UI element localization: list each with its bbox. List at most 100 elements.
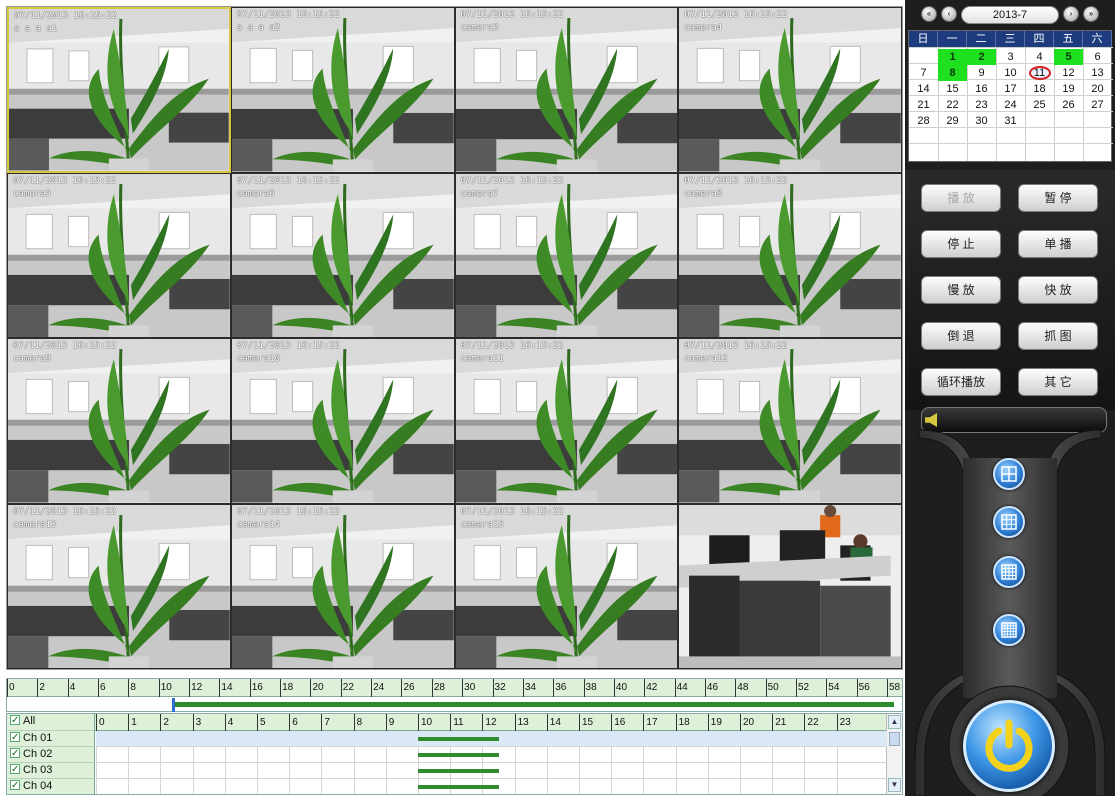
calendar-day[interactable]: 1 bbox=[938, 49, 967, 65]
camera-tile[interactable]: 07/11/2013 16:15:22 camera7 bbox=[454, 172, 679, 338]
channel-row[interactable] bbox=[96, 731, 887, 747]
split-4-icon[interactable] bbox=[993, 458, 1025, 490]
control-button[interactable]: 循环播放 bbox=[921, 368, 1001, 396]
camera-tile[interactable]: 07/11/2013 16:15:22 a a a a2 bbox=[230, 7, 455, 173]
hour-tick: 4 bbox=[224, 714, 233, 731]
camera-timestamp: 07/11/2013 16:15:22 bbox=[684, 175, 788, 186]
control-button[interactable]: 慢 放 bbox=[921, 276, 1001, 304]
calendar-day[interactable]: 4 bbox=[1025, 49, 1054, 65]
calendar-day[interactable]: 12 bbox=[1054, 65, 1083, 81]
camera-tile[interactable]: 07/11/2013 16:15:22 a a a a1 bbox=[7, 7, 231, 173]
calendar-day[interactable]: 3 bbox=[996, 49, 1025, 65]
control-button[interactable]: 播 放 bbox=[921, 184, 1001, 212]
channel-row[interactable] bbox=[96, 763, 887, 779]
scroll-down-button[interactable]: ▼ bbox=[888, 778, 901, 792]
camera-tile[interactable]: 07/11/2013 16:15:22 camera5 bbox=[7, 172, 231, 338]
calendar-day-number: 3 bbox=[1007, 51, 1014, 63]
calendar-day[interactable]: 14 bbox=[909, 81, 938, 97]
channel-timeline[interactable]: 0 1 2 3 4 5 6 7 8 9 10 11 12 13 14 15 16 17 18 19 20 21 22 23 ▲… bbox=[6, 713, 903, 795]
control-button[interactable]: 快 放 bbox=[1018, 276, 1098, 304]
calendar-day[interactable]: 11 bbox=[1025, 65, 1054, 81]
scroll-thumb[interactable] bbox=[889, 732, 900, 746]
camera-tile[interactable]: 07/11/2013 16:15:22 camera11 bbox=[454, 338, 679, 504]
calendar-day[interactable]: 20 bbox=[1083, 81, 1112, 97]
minute-ruler[interactable]: 0 2 4 6 8 10 12 14 16 18 20 22 24 26 28 30 32 34 36 38 40 42 4… bbox=[6, 678, 903, 712]
camera-tile[interactable] bbox=[678, 503, 902, 669]
calendar-day[interactable]: 17 bbox=[996, 81, 1025, 97]
playback-cursor[interactable] bbox=[172, 698, 175, 712]
calendar-day[interactable]: 24 bbox=[996, 97, 1025, 113]
camera-tile[interactable]: 07/11/2013 16:15:22 camera10 bbox=[230, 338, 455, 504]
calendar-day[interactable]: 29 bbox=[938, 113, 967, 129]
control-button[interactable]: 抓 图 bbox=[1018, 322, 1098, 350]
calendar-day[interactable]: 18 bbox=[1025, 81, 1054, 97]
calendar-day[interactable]: 15 bbox=[938, 81, 967, 97]
calendar-day[interactable]: 2 bbox=[967, 49, 996, 65]
ruler-tick: 0 bbox=[7, 679, 15, 697]
camera-name: camera14 bbox=[236, 519, 281, 530]
camera-tile[interactable]: 07/11/2013 16:15:22 camera6 bbox=[230, 172, 455, 338]
channel-all-checkbox[interactable]: All bbox=[7, 714, 95, 731]
camera-tile[interactable]: 07/11/2013 16:15:22 camera8 bbox=[678, 172, 902, 338]
checkbox-icon[interactable] bbox=[10, 778, 20, 793]
channel-row[interactable] bbox=[96, 779, 887, 794]
camera-tile[interactable]: 07/11/2013 16:15:22 camera13 bbox=[7, 503, 231, 669]
camera-tile[interactable]: 07/11/2013 16:15:22 camera14 bbox=[230, 503, 455, 669]
calendar-day-number: 6 bbox=[1094, 51, 1101, 63]
channel-checkbox[interactable]: Ch 01 bbox=[7, 730, 95, 747]
split-16-icon[interactable] bbox=[993, 556, 1025, 588]
scroll-up-button[interactable]: ▲ bbox=[888, 715, 901, 729]
channel-checkbox[interactable]: Ch 04 bbox=[7, 778, 95, 794]
camera-tile[interactable]: 07/11/2013 16:15:22 camera4 bbox=[678, 7, 902, 173]
prev-month-button[interactable]: ‹ bbox=[941, 6, 957, 22]
calendar-day-number: 5 bbox=[1065, 51, 1072, 63]
checkbox-icon[interactable] bbox=[10, 762, 20, 777]
prev-year-button[interactable]: « bbox=[921, 6, 937, 22]
control-button[interactable]: 单 播 bbox=[1018, 230, 1098, 258]
calendar-day[interactable]: 19 bbox=[1054, 81, 1083, 97]
camera-name: camera9 bbox=[13, 354, 51, 364]
next-month-button[interactable]: › bbox=[1063, 6, 1079, 22]
control-button[interactable]: 暂 停 bbox=[1018, 184, 1098, 212]
hour-tick: 0 bbox=[96, 714, 105, 731]
channel-checkbox[interactable]: Ch 02 bbox=[7, 746, 95, 763]
camera-name: camera8 bbox=[684, 188, 723, 199]
calendar-day-number: 26 bbox=[1062, 99, 1075, 111]
checkbox-icon[interactable] bbox=[10, 714, 20, 728]
calendar-day[interactable]: 25 bbox=[1025, 97, 1054, 113]
calendar-day[interactable]: 9 bbox=[967, 65, 996, 81]
calendar-day[interactable]: 30 bbox=[967, 113, 996, 129]
calendar-day[interactable]: 27 bbox=[1083, 97, 1112, 113]
calendar-day[interactable]: 31 bbox=[996, 113, 1025, 129]
calendar-day[interactable]: 8 bbox=[938, 65, 967, 81]
split-9-icon[interactable] bbox=[993, 506, 1025, 538]
camera-tile[interactable]: 07/11/2013 16:15:22 camera12 bbox=[678, 338, 902, 504]
calendar-day[interactable]: 16 bbox=[967, 81, 996, 97]
control-button[interactable]: 停 止 bbox=[921, 230, 1001, 258]
camera-tile[interactable]: 07/11/2013 16:15:22 camera3 bbox=[454, 7, 679, 173]
checkbox-icon[interactable] bbox=[10, 746, 20, 761]
camera-tile[interactable]: 07/11/2013 16:15:22 camera15 bbox=[454, 503, 679, 669]
next-year-button[interactable]: » bbox=[1083, 6, 1099, 22]
channel-row[interactable] bbox=[96, 747, 887, 763]
timeline-scrollbar[interactable]: ▲ ▼ bbox=[886, 714, 902, 794]
calendar-day[interactable]: 22 bbox=[938, 97, 967, 113]
calendar-day[interactable]: 6 bbox=[1083, 49, 1112, 65]
camera-tile[interactable]: 07/11/2013 16:15:22 camera9 bbox=[7, 338, 231, 504]
calendar-day[interactable]: 10 bbox=[996, 65, 1025, 81]
calendar-day[interactable]: 21 bbox=[909, 97, 938, 113]
calendar-day[interactable]: 5 bbox=[1054, 49, 1083, 65]
calendar-day[interactable]: 13 bbox=[1083, 65, 1112, 81]
checkbox-icon[interactable] bbox=[10, 730, 20, 745]
calendar-day[interactable]: 28 bbox=[909, 113, 938, 129]
split-25-icon[interactable] bbox=[993, 614, 1025, 646]
calendar-day[interactable]: 23 bbox=[967, 97, 996, 113]
calendar-day[interactable]: 26 bbox=[1054, 97, 1083, 113]
power-icon[interactable] bbox=[963, 700, 1055, 792]
ruler-tick: 22 bbox=[340, 679, 354, 697]
control-button[interactable]: 倒 退 bbox=[921, 322, 1001, 350]
ruler-tick: 30 bbox=[462, 679, 475, 697]
control-button[interactable]: 其 它 bbox=[1018, 368, 1098, 396]
calendar-day[interactable]: 7 bbox=[909, 65, 938, 81]
channel-checkbox[interactable]: Ch 03 bbox=[7, 762, 95, 779]
